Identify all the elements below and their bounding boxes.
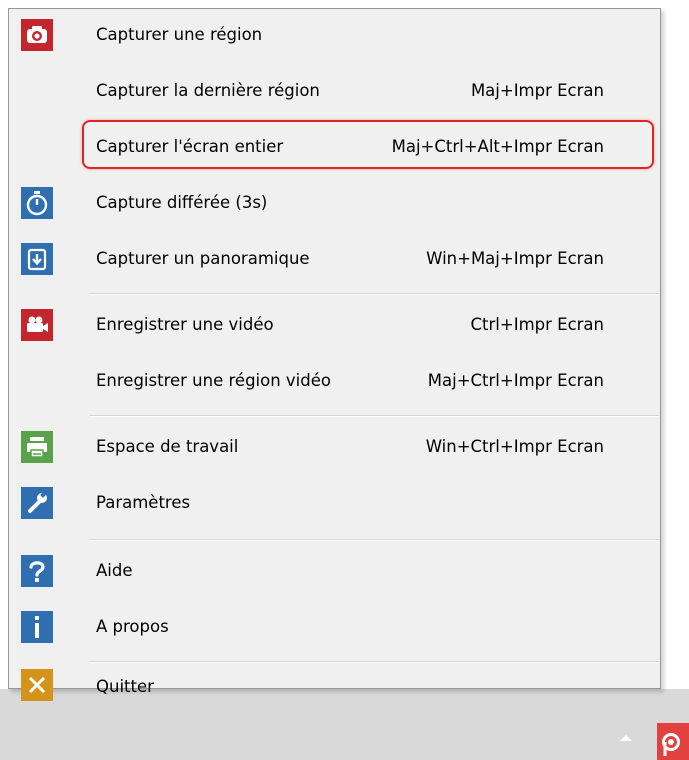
menu-item-label: Capturer un panoramique [96,249,310,268]
close-x-icon [21,669,53,701]
question-mark-icon [21,555,53,587]
tray-app-icon[interactable] [657,723,689,760]
menu-separator [89,415,659,417]
menu-item-label: Capturer une région [96,25,263,44]
menu-item-shortcut: Maj+Ctrl+Impr Ecran [427,371,604,390]
menu-item-label: Quitter [96,677,154,696]
menu-item-shortcut: Win+Maj+Impr Ecran [426,249,604,268]
menu-item-help[interactable]: Aide [9,547,662,600]
screen: Capturer une région Capturer la dernière… [0,0,689,760]
menu-item-label: Aide [96,561,133,580]
menu-item-workspace[interactable]: Espace de travail Win+Ctrl+Impr Ecran [9,423,662,476]
menu-separator [89,293,659,295]
camera-icon [21,19,53,51]
menu-item-shortcut: Win+Ctrl+Impr Ecran [425,437,604,456]
menu-item-label: Enregistrer une vidéo [96,315,274,334]
stopwatch-icon [21,187,53,219]
menu-item-quit[interactable]: Quitter [9,667,662,720]
menu-item-label: Espace de travail [96,437,239,456]
menu-item-label: Enregistrer une région vidéo [96,371,331,390]
tray-chevron-up-icon[interactable] [620,735,632,741]
context-menu: Capturer une région Capturer la dernière… [8,8,662,701]
menu-item-shortcut: Ctrl+Impr Ecran [470,315,604,334]
menu-item-about[interactable]: A propos [9,603,662,656]
menu-item-shortcut: Maj+Ctrl+Alt+Impr Ecran [391,137,604,156]
menu-item-capture-panorama[interactable]: Capturer un panoramique Win+Maj+Impr Ecr… [9,235,662,288]
menu-item-label: Paramètres [96,493,191,512]
menu-item-capture-full-screen[interactable]: Capturer l'écran entier Maj+Ctrl+Alt+Imp… [9,123,662,176]
menu-item-label: Capture différée (3s) [96,193,268,212]
workspace-printer-icon [21,431,53,463]
wrench-icon [21,487,53,519]
video-camera-icon [21,309,53,341]
menu-separator [89,539,659,541]
menu-item-label: Capturer l'écran entier [96,137,284,156]
menu-item-delayed-capture[interactable]: Capture différée (3s) [9,179,662,232]
menu-item-shortcut: Maj+Impr Ecran [470,81,604,100]
menu-item-label: A propos [96,617,169,636]
menu-item-label: Capturer la dernière région [96,81,320,100]
menu-item-settings[interactable]: Paramètres [9,479,662,532]
menu-item-capture-last-region[interactable]: Capturer la dernière région Maj+Impr Ecr… [9,67,662,120]
menu-item-record-video[interactable]: Enregistrer une vidéo Ctrl+Impr Ecran [9,301,662,354]
menu-separator [89,661,659,663]
info-icon [21,611,53,643]
panorama-icon [21,243,53,275]
menu-item-record-video-region[interactable]: Enregistrer une région vidéo Maj+Ctrl+Im… [9,357,662,410]
menu-item-capture-region[interactable]: Capturer une région [9,11,662,64]
